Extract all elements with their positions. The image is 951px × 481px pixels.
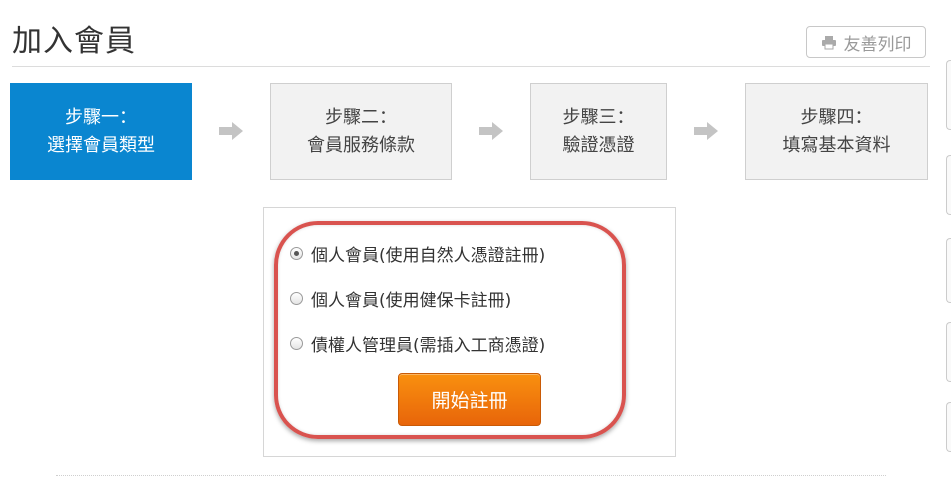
arrow-right-icon (479, 122, 503, 140)
step-3-label: 驗證憑證 (562, 134, 635, 156)
step-4-label: 填寫基本資料 (782, 134, 891, 156)
print-friendly-button[interactable]: 友善列印 (806, 26, 926, 58)
print-friendly-label: 友善列印 (843, 34, 912, 55)
option-creditor-administrator[interactable]: 債權人管理員(需插入工商憑證) (290, 331, 545, 356)
side-tab[interactable] (946, 155, 951, 215)
content-divider (56, 475, 886, 476)
step-4-heading: 步驟四： (800, 106, 873, 128)
side-tab[interactable] (946, 402, 951, 452)
step-2-label: 會員服務條款 (307, 134, 415, 156)
option-health-insurance-card[interactable]: 個人會員(使用健保卡註冊) (290, 286, 511, 311)
step-1-choose-member-type: 步驟一： 選擇會員類型 (10, 83, 192, 180)
option-label: 債權人管理員(需插入工商憑證) (311, 336, 546, 356)
option-label: 個人會員(使用自然人憑證註冊) (311, 246, 546, 266)
side-tab[interactable] (946, 322, 951, 382)
step-2-terms-of-service: 步驟二： 會員服務條款 (270, 83, 452, 180)
radio-natural-person-certificate[interactable] (290, 247, 303, 260)
radio-creditor-administrator[interactable] (290, 337, 303, 350)
side-tab[interactable] (946, 238, 951, 303)
title-divider (12, 66, 930, 67)
step-1-label: 選擇會員類型 (47, 134, 155, 156)
radio-health-insurance-card[interactable] (290, 292, 303, 305)
option-natural-person-certificate[interactable]: 個人會員(使用自然人憑證註冊) (290, 241, 545, 266)
start-registration-button[interactable]: 開始註冊 (398, 373, 541, 426)
option-label: 個人會員(使用健保卡註冊) (311, 291, 512, 311)
printer-icon (821, 35, 837, 50)
step-4-basic-info: 步驟四： 填寫基本資料 (745, 83, 928, 180)
arrow-right-icon (219, 122, 243, 140)
side-tab[interactable] (946, 60, 951, 130)
arrow-right-icon (694, 122, 718, 140)
page-title: 加入會員 (12, 24, 136, 59)
step-3-heading: 步驟三： (562, 106, 635, 128)
step-3-verify-certificate: 步驟三： 驗證憑證 (530, 83, 667, 180)
step-1-heading: 步驟一： (65, 106, 137, 128)
step-2-heading: 步驟二： (325, 106, 397, 128)
